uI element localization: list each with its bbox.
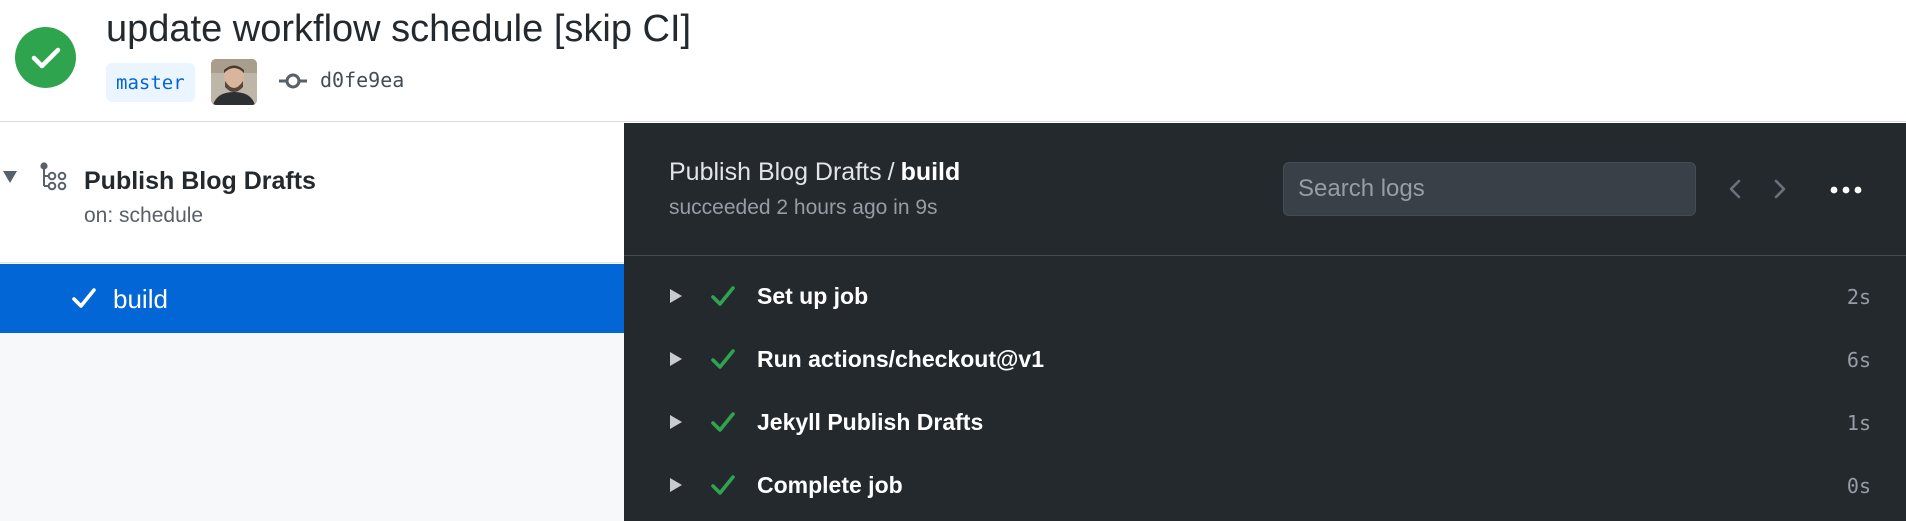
workflow-trigger: on: schedule xyxy=(84,204,204,227)
check-icon xyxy=(710,285,736,307)
triangle-icon[interactable] xyxy=(669,477,683,493)
step-name: Set up job xyxy=(757,283,869,309)
log-step[interactable]: Jekyll Publish Drafts 1s xyxy=(624,391,1906,454)
branch-tag[interactable]: master xyxy=(106,63,195,102)
step-name: Jekyll Publish Drafts xyxy=(757,409,984,435)
log-job-name: build xyxy=(900,158,961,186)
triangle-icon[interactable] xyxy=(669,351,683,367)
log-title: Publish Blog Drafts / build xyxy=(669,158,960,187)
run-title: update workflow schedule [skip CI] xyxy=(106,8,692,50)
workflow-item[interactable]: Publish Blog Drafts on: schedule xyxy=(0,123,624,263)
avatar[interactable] xyxy=(211,59,257,105)
log-summary: succeeded 2 hours ago in 9s xyxy=(669,196,938,219)
check-icon xyxy=(710,411,736,433)
log-workflow-name: Publish Blog Drafts xyxy=(669,158,882,186)
triangle-icon[interactable] xyxy=(669,414,683,430)
log-step[interactable]: Run actions/checkout@v1 6s xyxy=(624,328,1906,391)
step-duration: 0s xyxy=(1846,474,1871,498)
sidebar-item-build[interactable]: build xyxy=(0,264,624,333)
workflow-name: Publish Blog Drafts xyxy=(84,167,316,195)
breadcrumb-separator: / xyxy=(887,158,895,186)
step-duration: 6s xyxy=(1846,348,1871,372)
chevron-right-icon[interactable] xyxy=(1767,177,1791,201)
step-duration: 2s xyxy=(1846,285,1871,309)
chevron-left-icon[interactable] xyxy=(1724,177,1748,201)
job-label: build xyxy=(113,284,168,314)
kebab-horizontal-icon[interactable] xyxy=(1826,183,1866,197)
log-step[interactable]: Complete job 0s xyxy=(624,454,1906,517)
sidebar: Publish Blog Drafts on: schedule build xyxy=(0,123,624,521)
step-name: Run actions/checkout@v1 xyxy=(757,346,1044,372)
log-panel: Publish Blog Drafts / build succeeded 2 ho… xyxy=(624,123,1906,521)
step-duration: 1s xyxy=(1846,411,1871,435)
triangle-icon[interactable] xyxy=(669,288,683,304)
check-circle-icon xyxy=(15,27,76,88)
log-header: Publish Blog Drafts / build succeeded 2 ho… xyxy=(624,123,1906,256)
workflow-run-page: update workflow schedule [skip CI] maste… xyxy=(0,0,1906,521)
git-commit-icon xyxy=(279,70,307,92)
log-step[interactable]: Set up job 2s xyxy=(624,265,1906,328)
check-icon xyxy=(710,348,736,370)
triangle-icon[interactable] xyxy=(2,170,18,184)
search-logs-input[interactable] xyxy=(1283,162,1696,216)
commit-sha-link[interactable]: d0fe9ea xyxy=(320,68,404,92)
step-name: Complete job xyxy=(757,472,903,498)
run-header: update workflow schedule [skip CI] maste… xyxy=(0,0,1906,122)
check-icon xyxy=(71,286,97,310)
workflow-icon xyxy=(38,161,70,193)
check-icon xyxy=(710,474,736,496)
